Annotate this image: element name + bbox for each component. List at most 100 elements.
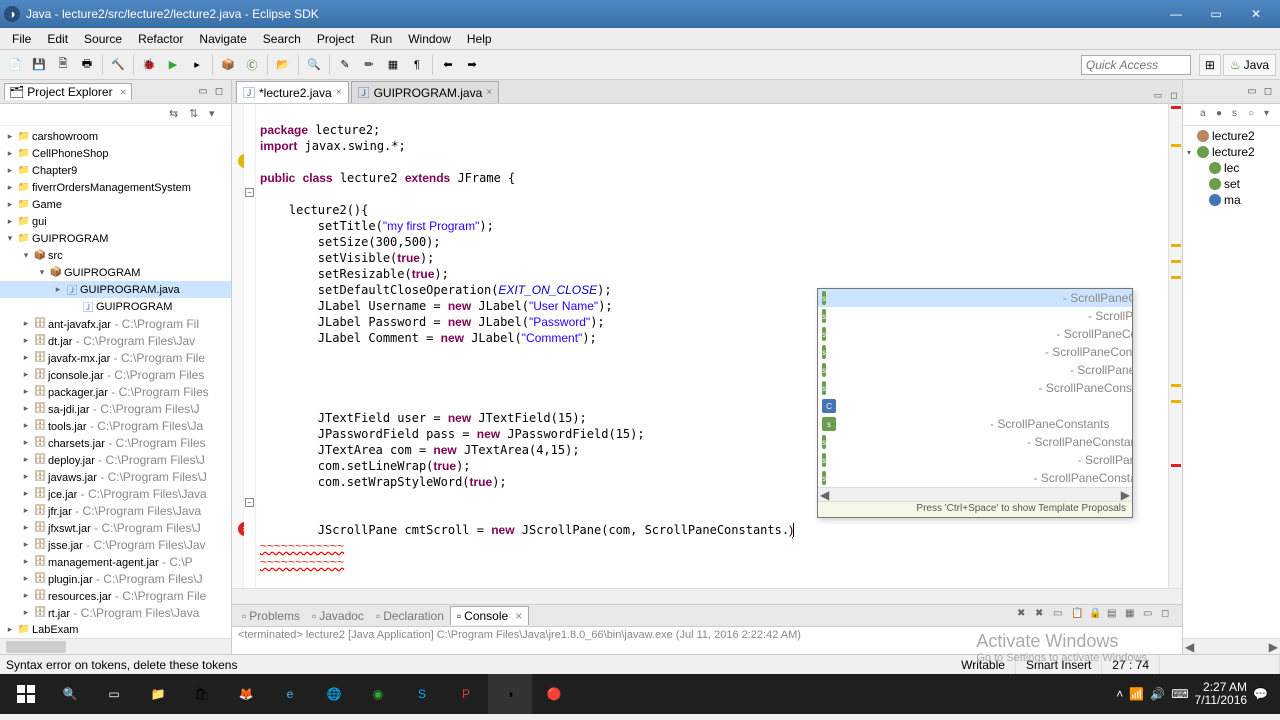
save-all-button[interactable]: 🗎 — [52, 54, 74, 76]
tree-item[interactable]: ▸🗄tools.jar - C:\Program Files\Ja — [0, 417, 231, 434]
editor-tab[interactable]: 🄹GUIPROGRAM.java× — [351, 81, 500, 103]
tree-item[interactable]: ▾📦src — [0, 247, 231, 264]
tree-item[interactable]: ▸📁Chapter9 — [0, 162, 231, 179]
outline-item[interactable]: ma — [1185, 192, 1278, 208]
toggle-highlight-button[interactable]: ✏ — [358, 54, 380, 76]
maximize-view-button[interactable]: ◻ — [211, 84, 227, 100]
explorer-scrollbar[interactable] — [0, 638, 231, 654]
console-toolbar-button[interactable]: ▦ — [1125, 608, 1141, 624]
outline-item[interactable]: lecture2 — [1185, 128, 1278, 144]
tree-item[interactable]: ▸🗄deploy.jar - C:\Program Files\J — [0, 451, 231, 468]
project-explorer-tab[interactable]: 🗂 Project Explorer × — [4, 83, 132, 100]
collapse-all-button[interactable]: ⇆ — [169, 107, 185, 123]
print-button[interactable]: 🖶 — [76, 54, 98, 76]
bottom-tab-console[interactable]: ▫Console× — [450, 606, 529, 625]
chrome-button[interactable]: 🌐 — [312, 674, 356, 714]
console-toolbar-button[interactable]: ◻ — [1161, 608, 1177, 624]
autocomplete-item[interactable]: sCOLUMN_HEADER : String - ScrollPaneCons… — [818, 415, 1132, 433]
console-toolbar-button[interactable]: ✖ — [1017, 608, 1033, 624]
clock[interactable]: 2:27 AM 7/11/2016 — [1195, 681, 1248, 707]
new-class-button[interactable]: Ⓒ — [241, 54, 263, 76]
outline-max-button[interactable]: ◻ — [1260, 84, 1276, 100]
close-icon[interactable]: × — [120, 85, 127, 99]
tray-chevron-icon[interactable]: ˄ — [1116, 687, 1123, 701]
hide-fields-button[interactable]: ● — [1216, 108, 1230, 122]
system-tray[interactable]: ˄ 📶 🔊 ⌨ 2:27 AM 7/11/2016 💬 — [1108, 681, 1276, 707]
tree-item[interactable]: ▸🗄dt.jar - C:\Program Files\Jav — [0, 332, 231, 349]
bottom-tab-javadoc[interactable]: ▫Javadoc — [306, 607, 370, 625]
console-toolbar-button[interactable]: ✖ — [1035, 608, 1051, 624]
project-tree[interactable]: ▸📁carshowroom▸📁CellPhoneShop▸📁Chapter9▸📁… — [0, 126, 231, 638]
minimize-view-button[interactable]: ▭ — [195, 84, 211, 100]
outline-item[interactable]: lec — [1185, 160, 1278, 176]
tree-item[interactable]: ▸🗄jsse.jar - C:\Program Files\Jav — [0, 536, 231, 553]
app-button[interactable]: ◉ — [356, 674, 400, 714]
debug-button[interactable]: 🐞 — [138, 54, 160, 76]
app2-button[interactable]: 🔴 — [532, 674, 576, 714]
forward-button[interactable]: ➡ — [461, 54, 483, 76]
autocomplete-item[interactable]: sHORIZONTAL_SCROLLBAR_NEVER : int - Scro… — [818, 325, 1132, 343]
bottom-tab-declaration[interactable]: ▫Declaration — [370, 607, 450, 625]
overview-ruler[interactable] — [1168, 104, 1182, 588]
autocomplete-item[interactable]: sHORIZONTAL_SCROLLBAR_AS_NEEDED : int - … — [818, 307, 1132, 325]
close-button[interactable]: ✕ — [1236, 3, 1276, 25]
autocomplete-item[interactable]: sVERTICAL_SCROLLBAR_AS_NEEDED : int - Sc… — [818, 361, 1132, 379]
menu-navigate[interactable]: Navigate — [191, 30, 254, 48]
firefox-button[interactable]: 🦊 — [224, 674, 268, 714]
menu-source[interactable]: Source — [76, 30, 130, 48]
tree-item[interactable]: ▸🗄jfr.jar - C:\Program Files\Java — [0, 502, 231, 519]
fold-toggle[interactable]: − — [245, 188, 254, 197]
autocomplete-item[interactable]: sLOWER_LEADING_CORNER : String - ScrollP… — [818, 469, 1132, 487]
new-package-button[interactable]: 📦 — [217, 54, 239, 76]
maximize-button[interactable]: ▭ — [1196, 3, 1236, 25]
new-button[interactable]: 📄 — [4, 54, 26, 76]
skype-button[interactable]: S — [400, 674, 444, 714]
autocomplete-item[interactable]: Cclass : Class — [818, 397, 1132, 415]
outline-item[interactable]: ▾lecture2 — [1185, 144, 1278, 160]
store-button[interactable]: 🛍 — [180, 674, 224, 714]
tree-item[interactable]: ▸🗄plugin.jar - C:\Program Files\J — [0, 570, 231, 587]
edge-button[interactable]: e — [268, 674, 312, 714]
outline-scrollbar[interactable]: ◀▶ — [1183, 638, 1280, 654]
open-perspective-button[interactable]: ⊞ — [1199, 54, 1221, 76]
folding-ruler[interactable]: − − — [244, 104, 256, 588]
menu-help[interactable]: Help — [459, 30, 500, 48]
menu-file[interactable]: File — [4, 30, 39, 48]
run-button[interactable]: ▶ — [162, 54, 184, 76]
save-button[interactable]: 💾 — [28, 54, 50, 76]
autocomplete-item[interactable]: sVERTICAL_SCROLLBAR_ALWAYS : int - Scrol… — [818, 343, 1132, 361]
tree-item[interactable]: ▸🗄javafx-mx.jar - C:\Program File — [0, 349, 231, 366]
menu-run[interactable]: Run — [362, 30, 400, 48]
outline-menu-button[interactable]: ▾ — [1264, 108, 1278, 122]
tree-item[interactable]: ▸🗄rt.jar - C:\Program Files\Java — [0, 604, 231, 621]
java-perspective-button[interactable]: ♨Java — [1223, 54, 1276, 76]
outline-item[interactable]: set — [1185, 176, 1278, 192]
tree-item[interactable]: ▾📁GUIPROGRAM — [0, 230, 231, 247]
autocomplete-item[interactable]: sVERTICAL_SCROLLBAR_NEVER : int - Scroll… — [818, 379, 1132, 397]
autocomplete-item[interactable]: sHORIZONTAL_SCROLLBAR : String - ScrollP… — [818, 433, 1132, 451]
menu-refactor[interactable]: Refactor — [130, 30, 191, 48]
run-last-button[interactable]: ▸ — [186, 54, 208, 76]
menu-window[interactable]: Window — [400, 30, 459, 48]
outline-min-button[interactable]: ▭ — [1244, 84, 1260, 100]
tree-item[interactable]: ▸🗄jconsole.jar - C:\Program Files — [0, 366, 231, 383]
tree-item[interactable]: ▸🗄jfxswt.jar - C:\Program Files\J — [0, 519, 231, 536]
editor-max-button[interactable]: ◻ — [1166, 87, 1182, 103]
search-button[interactable]: 🔍 — [303, 54, 325, 76]
console-toolbar-button[interactable]: 📋 — [1071, 608, 1087, 624]
toggle-block-button[interactable]: ▦ — [382, 54, 404, 76]
tree-item[interactable]: ▸🗄resources.jar - C:\Program File — [0, 587, 231, 604]
autocomplete-scrollbar[interactable]: ◀▶ — [818, 487, 1132, 501]
powerpoint-button[interactable]: P — [444, 674, 488, 714]
volume-icon[interactable]: 🔊 — [1150, 687, 1165, 701]
tree-item[interactable]: ▸🗄charsets.jar - C:\Program Files — [0, 434, 231, 451]
console-toolbar-button[interactable]: ▤ — [1107, 608, 1123, 624]
notifications-icon[interactable]: 💬 — [1253, 687, 1268, 701]
language-icon[interactable]: ⌨ — [1171, 687, 1188, 701]
minimize-button[interactable]: — — [1156, 3, 1196, 25]
tree-item[interactable]: ▸🄹GUIPROGRAM.java — [0, 281, 231, 298]
back-button[interactable]: ⬅ — [437, 54, 459, 76]
bottom-tab-problems[interactable]: ▫Problems — [236, 607, 306, 625]
toggle-mark-button[interactable]: ✎ — [334, 54, 356, 76]
eclipse-taskbar-button[interactable]: ◑ — [488, 674, 532, 714]
